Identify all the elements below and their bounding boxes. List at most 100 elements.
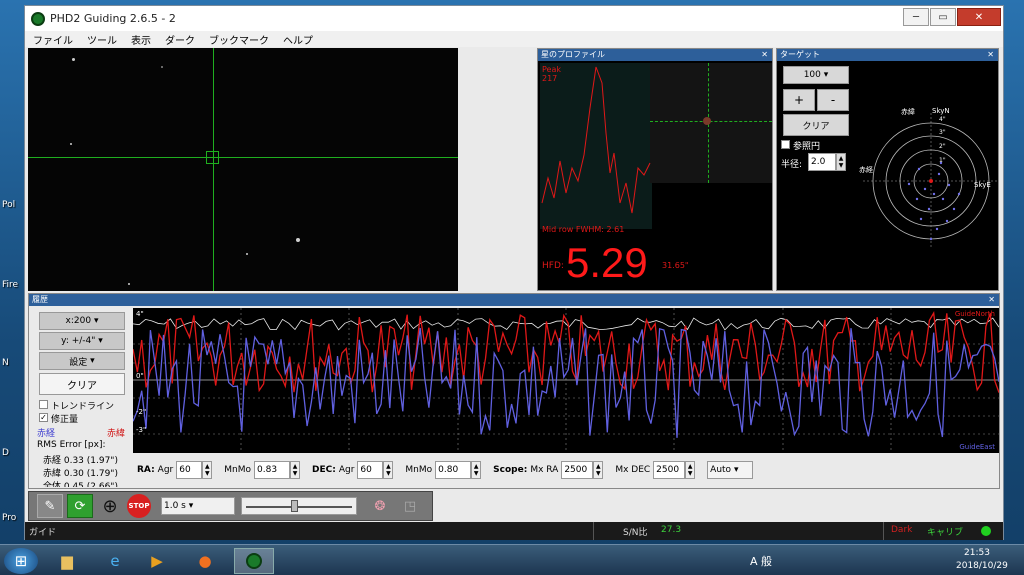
phd2-taskbar-icon[interactable]: [234, 548, 274, 574]
profile-curve: [541, 66, 651, 214]
dec-mnmo-label: MnMo: [405, 465, 433, 475]
guide-star-box: [206, 151, 219, 164]
zoom-out-button[interactable]: -: [817, 89, 849, 111]
ra-axis-label: 赤経: [859, 166, 873, 174]
camera-connect-icon[interactable]: ✎: [37, 494, 63, 518]
star: [70, 143, 72, 145]
dec-agr-input[interactable]: 60: [357, 461, 384, 479]
desktop-icon-label[interactable]: Pro: [2, 513, 16, 523]
ra-mnmo-label: MnMo: [224, 465, 251, 475]
internet-explorer-icon[interactable]: e: [100, 548, 130, 574]
history-graph-svg: [132, 308, 1000, 453]
firefox-icon[interactable]: ●: [190, 548, 220, 574]
menu-tools[interactable]: ツール: [79, 32, 123, 47]
star-profile-close-icon[interactable]: ✕: [761, 49, 768, 61]
phd2-app-icon: [31, 11, 45, 26]
desktop-icon-label[interactable]: Fire: [2, 280, 18, 290]
x-scale-dropdown[interactable]: x:200 ▾: [39, 312, 125, 330]
explorer-icon[interactable]: ▆: [52, 548, 82, 574]
y-scale-dropdown[interactable]: y: +/-4" ▾: [39, 332, 125, 350]
mx-dec-input[interactable]: 2500: [653, 461, 686, 479]
calibration-indicator: キャリブ: [927, 528, 964, 538]
star: [128, 283, 130, 285]
clock-time[interactable]: 21:53: [964, 548, 990, 558]
ra-agr-input[interactable]: 60: [176, 461, 203, 479]
desktop-icon-label[interactable]: Pol: [2, 200, 15, 210]
close-button[interactable]: ✕: [957, 8, 1001, 26]
menu-bookmarks[interactable]: ブックマーク: [201, 32, 275, 47]
history-graph[interactable]: 4" 0" -2" -3" GuideNorth GuideEast: [132, 308, 1000, 453]
correction-label: 修正量: [51, 415, 79, 425]
dec-mode-dropdown[interactable]: Auto ▾: [707, 461, 754, 479]
guide-target-icon[interactable]: ⊕: [97, 494, 123, 518]
ime-indicator[interactable]: A 般: [750, 553, 772, 569]
restore-button[interactable]: ▭: [930, 8, 956, 26]
radius-spinner[interactable]: ▲ ▼: [836, 153, 846, 171]
loop-icon[interactable]: ⟳: [67, 494, 93, 518]
menu-bar: ファイル ツール 表示 ダーク ブックマーク ヘルプ: [25, 31, 1003, 47]
gamma-slider-thumb[interactable]: [291, 500, 298, 512]
connection-status-icon: [981, 526, 991, 536]
ra-agr-spinner[interactable]: ▲ ▼: [202, 461, 213, 479]
correction-checkbox[interactable]: ✓: [39, 413, 48, 422]
guide-north-label: GuideNorth: [954, 310, 995, 318]
y-label-mid: 0": [136, 372, 144, 380]
clock-date[interactable]: 2018/10/29: [956, 561, 1008, 571]
title-bar[interactable]: PHD2 Guiding 2.6.5 - 2 ─ ▭ ✕: [25, 6, 1003, 31]
ref-circle-label: 参照円: [793, 142, 821, 152]
rms-dec: 赤緯 0.30 (1.79"): [43, 469, 118, 479]
target-clear-button[interactable]: クリア: [783, 114, 849, 136]
dec-mnmo-input[interactable]: 0.80: [435, 461, 472, 479]
zoom-dropdown[interactable]: 100 ▾: [783, 66, 849, 84]
history-close-icon[interactable]: ✕: [988, 294, 995, 306]
dark-indicator: Dark: [891, 525, 913, 535]
taskbar: ⊞ ▆ e ▶ ● A 般 21:53 2018/10/29: [0, 544, 1024, 575]
zoom-in-button[interactable]: +: [783, 89, 815, 111]
menu-help[interactable]: ヘルプ: [275, 32, 319, 47]
ring-label-3: 3": [939, 129, 946, 136]
mx-ra-label: Mx RA: [530, 465, 559, 475]
hfd-value: 5.29: [566, 239, 648, 286]
dec-axis-label: 赤緯: [901, 108, 915, 116]
target-title: ターゲット: [780, 50, 820, 59]
desktop-icon-label[interactable]: N: [2, 358, 9, 368]
menu-file[interactable]: ファイル: [25, 32, 79, 47]
trendline-label: トレンドライン: [51, 402, 115, 412]
mx-ra-input[interactable]: 2500: [561, 461, 594, 479]
radius-input[interactable]: 2.0: [808, 153, 836, 171]
dec-agr-spinner[interactable]: ▲ ▼: [383, 461, 394, 479]
mx-ra-spinner[interactable]: ▲ ▼: [593, 461, 604, 479]
dec-mnmo-spinner[interactable]: ▲ ▼: [471, 461, 482, 479]
menu-dark[interactable]: ダーク: [157, 32, 201, 47]
crosshair-vertical: [213, 48, 214, 291]
phd2-window: PHD2 Guiding 2.6.5 - 2 ─ ▭ ✕ ファイル ツール 表示…: [24, 5, 1004, 540]
settings-dropdown[interactable]: 設定 ▾: [39, 352, 125, 370]
start-button-icon[interactable]: ⊞: [4, 548, 38, 574]
mx-dec-spinner[interactable]: ▲ ▼: [685, 461, 696, 479]
target-close-icon[interactable]: ✕: [987, 49, 994, 61]
ra-label: RA:: [137, 465, 155, 475]
desktop-icon-label[interactable]: D: [2, 448, 9, 458]
y-label-top: 4": [136, 310, 144, 318]
exposure-dropdown[interactable]: 1.0 s ▾: [161, 497, 235, 515]
status-bar: ガイド S/N比 27.3 Dark キャリブ: [25, 522, 1003, 540]
gamma-slider[interactable]: [241, 497, 357, 515]
stop-icon[interactable]: STOP: [127, 494, 151, 518]
y-label-low: -2": [136, 408, 147, 416]
skyn-label: SkyN: [932, 107, 950, 115]
history-clear-button[interactable]: クリア: [39, 373, 125, 395]
ra-agr-label: Agr: [157, 465, 174, 475]
media-player-icon[interactable]: ▶: [142, 548, 172, 574]
dec-legend: 赤緯: [107, 429, 126, 439]
camera-view[interactable]: [28, 48, 458, 291]
brain-icon[interactable]: ❂: [367, 494, 393, 518]
crosshair-horizontal: [28, 157, 458, 158]
ra-mnmo-input[interactable]: 0.83: [254, 461, 290, 479]
trendline-checkbox[interactable]: [39, 400, 48, 409]
dec-agr-label: Agr: [338, 465, 355, 475]
minimize-button[interactable]: ─: [903, 8, 929, 26]
snapshot-icon[interactable]: ◳: [397, 494, 423, 518]
menu-view[interactable]: 表示: [123, 32, 157, 47]
ra-mnmo-spinner[interactable]: ▲ ▼: [290, 461, 300, 479]
ref-circle-checkbox[interactable]: [781, 140, 790, 149]
